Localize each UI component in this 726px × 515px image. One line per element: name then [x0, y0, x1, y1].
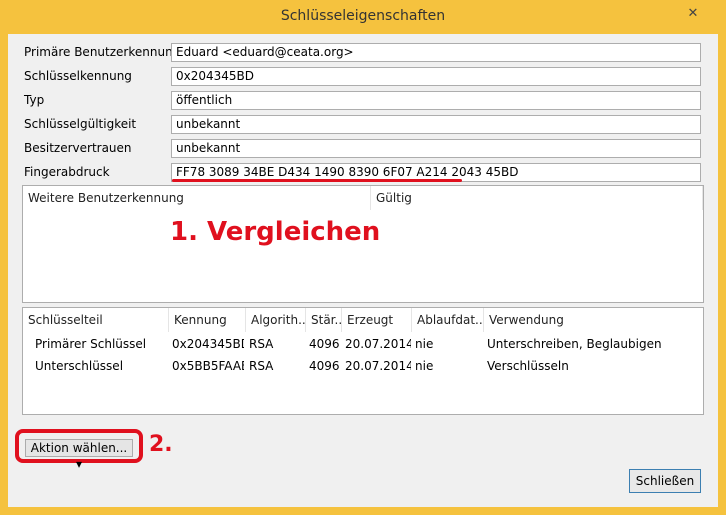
cell-usage: Verschlüsseln — [487, 359, 569, 373]
step2-annotation: 2. — [149, 432, 173, 457]
window-title: Schlüsseleigenschaften — [280, 8, 446, 24]
label-owner-trust: Besitzervertrauen — [24, 141, 132, 155]
col-header-usage[interactable]: Verwendung — [484, 308, 703, 332]
validity-field[interactable]: unbekannt — [171, 115, 701, 134]
cell-usage: Unterschreiben, Beglaubigen — [487, 337, 662, 351]
valid-col-header[interactable]: Gültig — [371, 186, 703, 210]
cell-keypart: Primärer Schlüssel — [35, 337, 147, 351]
label-fingerprint: Fingerabdruck — [24, 165, 110, 179]
label-key-id: Schlüsselkennung — [24, 69, 132, 83]
fingerprint-red-underline — [172, 179, 462, 182]
cell-algorithm: RSA — [249, 359, 274, 373]
key-id-field[interactable]: 0x204345BD — [171, 67, 701, 86]
cell-strength: 4096 — [309, 337, 340, 351]
label-primary-uid: Primäre Benutzerkennung — [24, 45, 181, 59]
cell-expiry: nie — [415, 359, 434, 373]
dialog-window: Schlüsseleigenschaften ✕ Primäre Benutze… — [0, 0, 726, 515]
cell-id: 0x5BB5FAAB — [172, 359, 244, 373]
cell-expiry: nie — [415, 337, 434, 351]
cell-created: 20.07.2014 — [345, 337, 411, 351]
cell-algorithm: RSA — [249, 337, 274, 351]
label-validity: Schlüsselgültigkeit — [24, 117, 137, 131]
cell-id: 0x204345BD — [172, 337, 244, 351]
cell-created: 20.07.2014 — [345, 359, 411, 373]
compare-annotation: 1. Vergleichen — [170, 217, 381, 247]
col-header-algorithm[interactable]: Algorith... — [246, 308, 306, 332]
action-highlight: Aktion wählen... ▾ — [15, 429, 143, 471]
type-field[interactable]: öffentlich — [171, 91, 701, 110]
cell-strength: 4096 — [309, 359, 340, 373]
owner-trust-field[interactable]: unbekannt — [171, 139, 701, 158]
close-button[interactable]: Schließen — [629, 469, 701, 493]
col-header-id[interactable]: Kennung — [169, 308, 246, 332]
action-dropdown-button[interactable]: Aktion wählen... ▾ — [25, 439, 133, 471]
subkey-list[interactable]: Schlüsselteil Kennung Algorith... Stär..… — [22, 307, 704, 415]
title-bar: Schlüsseleigenschaften ✕ — [0, 0, 726, 34]
col-header-expiry[interactable]: Ablaufdat... — [412, 308, 484, 332]
close-icon[interactable]: ✕ — [682, 4, 704, 24]
cell-keypart: Unterschlüssel — [35, 359, 124, 373]
primary-uid-field[interactable]: Eduard <eduard@ceata.org> — [171, 43, 701, 62]
col-header-strength[interactable]: Stär... — [306, 308, 342, 332]
label-type: Typ — [24, 93, 45, 107]
dialog-body: Primäre Benutzerkennung Eduard <eduard@c… — [8, 34, 718, 507]
col-header-created[interactable]: Erzeugt — [342, 308, 412, 332]
col-header-keypart[interactable]: Schlüsselteil — [23, 308, 169, 332]
uid-col-header[interactable]: Weitere Benutzerkennung — [23, 186, 371, 210]
